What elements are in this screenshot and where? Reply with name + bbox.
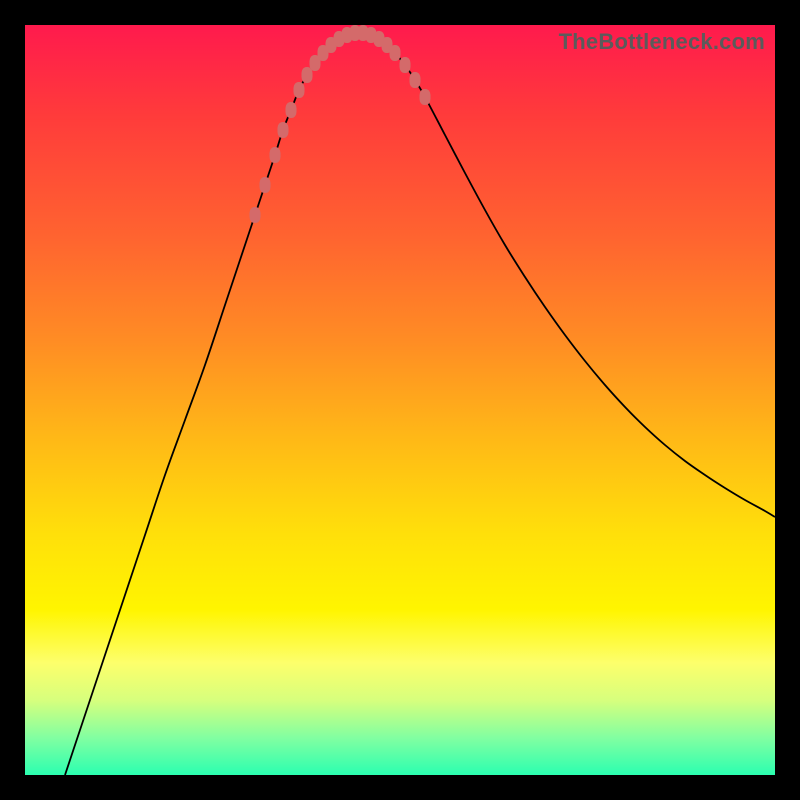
marker-point	[410, 72, 421, 88]
marker-point	[390, 45, 401, 61]
plot-area: TheBottleneck.com	[25, 25, 775, 775]
marker-point	[302, 67, 313, 83]
marker-point	[250, 207, 261, 223]
marker-point	[420, 89, 431, 105]
marker-point	[270, 147, 281, 163]
marker-point	[286, 102, 297, 118]
chart-frame: TheBottleneck.com	[0, 0, 800, 800]
highlight-markers	[250, 25, 431, 223]
marker-point	[260, 177, 271, 193]
curve-svg	[25, 25, 775, 775]
marker-point	[294, 82, 305, 98]
marker-point	[278, 122, 289, 138]
bottleneck-curve	[65, 33, 775, 775]
marker-point	[400, 57, 411, 73]
